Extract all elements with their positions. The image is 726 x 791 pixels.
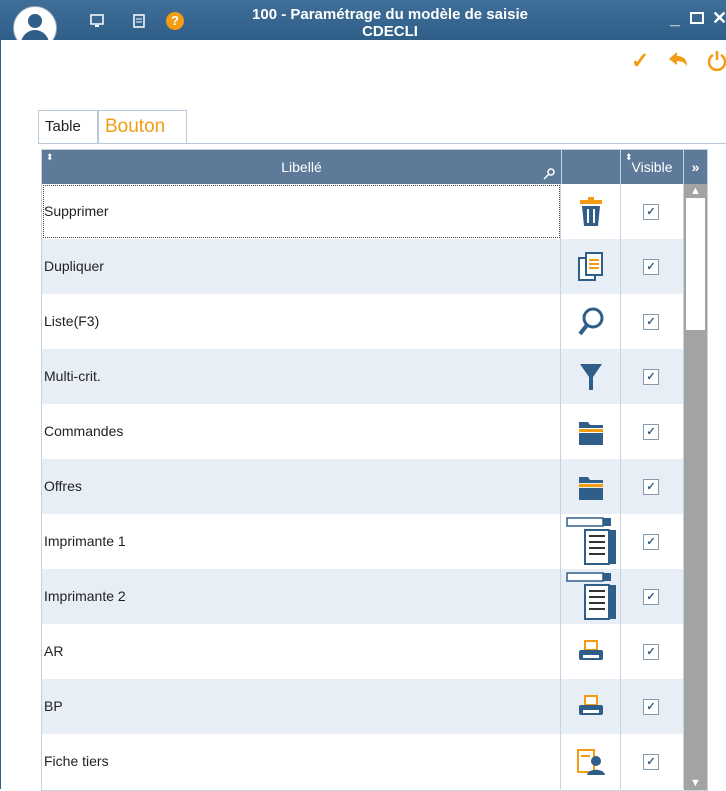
- magnifier-icon[interactable]: [562, 294, 621, 349]
- row-libelle[interactable]: Fiche tiers: [42, 734, 561, 789]
- list-form-icon[interactable]: [562, 514, 621, 569]
- row-visible-cell: ✓: [621, 239, 684, 294]
- trash-icon[interactable]: [562, 184, 621, 239]
- list-form-icon[interactable]: [562, 569, 621, 624]
- window-title-line1: 100 - Paramétrage du modèle de saisie: [252, 6, 528, 23]
- maximize-icon[interactable]: [690, 9, 704, 30]
- row-visible-cell: ✓: [621, 294, 684, 349]
- close-icon[interactable]: ✕: [712, 8, 726, 29]
- sort-arrows-icon[interactable]: ⬍: [625, 152, 633, 162]
- table-row[interactable]: Offres ✓: [42, 459, 684, 514]
- row-visible-cell: ✓: [621, 679, 684, 734]
- row-libelle[interactable]: Offres: [42, 459, 561, 514]
- table-row[interactable]: Imprimante 2 ✓: [42, 569, 684, 624]
- tab-bouton[interactable]: Bouton: [98, 110, 187, 143]
- column-header-libelle-label: Libellé: [281, 159, 322, 175]
- tab-underline: [38, 143, 726, 144]
- visible-checkbox[interactable]: ✓: [643, 314, 659, 330]
- visible-checkbox[interactable]: ✓: [643, 589, 659, 605]
- grid-header: ⬍ Libellé ⬍ Visible »: [42, 150, 707, 184]
- contact-card-icon[interactable]: [562, 734, 621, 789]
- scroll-up-arrow-icon[interactable]: ▲: [684, 184, 707, 198]
- row-visible-cell: ✓: [621, 734, 684, 789]
- table-row[interactable]: Imprimante 1 ✓: [42, 514, 684, 569]
- visible-checkbox[interactable]: ✓: [643, 369, 659, 385]
- scroll-down-arrow-icon[interactable]: ▼: [684, 776, 707, 790]
- filter-funnel-icon[interactable]: [562, 349, 621, 404]
- table-row[interactable]: Commandes ✓: [42, 404, 684, 459]
- table-row[interactable]: Supprimer ✓: [42, 184, 684, 239]
- sort-arrows-icon[interactable]: ⬍: [46, 152, 54, 162]
- column-header-icon: [562, 150, 621, 184]
- row-libelle[interactable]: Multi-crit.: [42, 349, 561, 404]
- table-row[interactable]: Multi-crit. ✓: [42, 349, 684, 404]
- row-libelle[interactable]: AR: [42, 624, 561, 679]
- column-header-visible[interactable]: ⬍ Visible: [621, 150, 684, 184]
- visible-checkbox[interactable]: ✓: [643, 754, 659, 770]
- row-libelle[interactable]: Imprimante 1: [42, 514, 561, 569]
- power-exit-icon[interactable]: [707, 50, 726, 76]
- window-title: 100 - Paramétrage du modèle de saisie CD…: [205, 6, 575, 40]
- visible-checkbox[interactable]: ✓: [643, 259, 659, 275]
- visible-checkbox[interactable]: ✓: [643, 699, 659, 715]
- row-libelle[interactable]: Commandes: [42, 404, 561, 459]
- row-libelle[interactable]: Supprimer: [42, 184, 561, 239]
- row-visible-cell: ✓: [621, 184, 684, 239]
- column-header-visible-label: Visible: [631, 159, 673, 175]
- help-icon[interactable]: ?: [166, 12, 184, 30]
- vertical-scrollbar[interactable]: ▲ ▼: [684, 184, 707, 790]
- row-visible-cell: ✓: [621, 404, 684, 459]
- scroll-thumb[interactable]: [686, 198, 705, 330]
- table-row[interactable]: BP ✓: [42, 679, 684, 734]
- notes-icon[interactable]: [132, 14, 146, 28]
- printer-icon[interactable]: [562, 624, 621, 679]
- expand-columns-chevron-icon[interactable]: »: [684, 150, 707, 184]
- row-visible-cell: ✓: [621, 349, 684, 404]
- table-row[interactable]: Dupliquer ✓: [42, 239, 684, 294]
- table-row[interactable]: Liste(F3) ✓: [42, 294, 684, 349]
- panel-left-border: [0, 80, 1, 789]
- window-title-line2: CDECLI: [362, 23, 418, 40]
- tab-table[interactable]: Table: [38, 110, 98, 143]
- visible-checkbox[interactable]: ✓: [643, 479, 659, 495]
- validate-check-icon[interactable]: ✓: [631, 50, 649, 72]
- duplicate-icon[interactable]: [562, 239, 621, 294]
- monitor-icon[interactable]: [90, 14, 104, 28]
- folder-icon[interactable]: [562, 404, 621, 459]
- row-libelle[interactable]: Liste(F3): [42, 294, 561, 349]
- printer-icon[interactable]: [562, 679, 621, 734]
- buttons-grid: ⬍ Libellé ⬍ Visible » Supprimer ✓ Duplique…: [41, 149, 708, 791]
- row-libelle[interactable]: BP: [42, 679, 561, 734]
- row-visible-cell: ✓: [621, 624, 684, 679]
- minimize-icon[interactable]: _: [670, 8, 680, 29]
- row-visible-cell: ✓: [621, 569, 684, 624]
- visible-checkbox[interactable]: ✓: [643, 644, 659, 660]
- row-visible-cell: ✓: [621, 459, 684, 514]
- row-visible-cell: ✓: [621, 514, 684, 569]
- folder-icon[interactable]: [562, 459, 621, 514]
- table-row[interactable]: Fiche tiers ✓: [42, 734, 684, 789]
- row-libelle[interactable]: Dupliquer: [42, 239, 561, 294]
- visible-checkbox[interactable]: ✓: [643, 204, 659, 220]
- window-titlebar: ? 100 - Paramétrage du modèle de saisie …: [0, 0, 726, 50]
- column-header-libelle[interactable]: ⬍ Libellé: [42, 150, 562, 184]
- row-libelle[interactable]: Imprimante 2: [42, 569, 561, 624]
- undo-arrow-icon[interactable]: [667, 50, 689, 74]
- action-toolbar: ✓: [0, 40, 726, 80]
- visible-checkbox[interactable]: ✓: [643, 424, 659, 440]
- visible-checkbox[interactable]: ✓: [643, 534, 659, 550]
- table-row[interactable]: AR ✓: [42, 624, 684, 679]
